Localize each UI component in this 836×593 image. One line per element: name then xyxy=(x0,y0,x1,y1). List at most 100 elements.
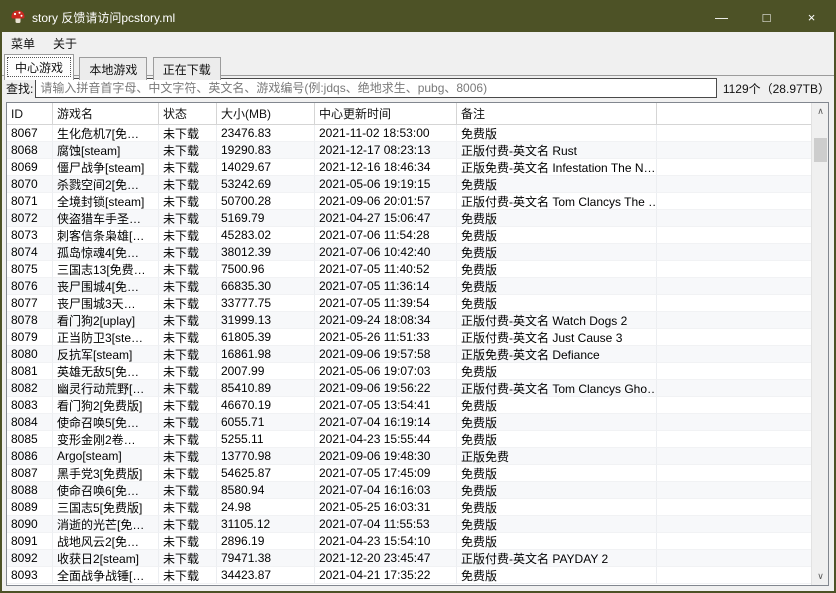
scroll-thumb[interactable] xyxy=(814,138,827,162)
cell-size: 45283.02 xyxy=(217,227,315,244)
cell-status: 未下载 xyxy=(159,227,217,244)
menu-item-menu[interactable]: 菜单 xyxy=(2,32,44,54)
cell-game-name: 三国志13[免费… xyxy=(53,261,159,278)
table-body: 8067 生化危机7[免… 未下载 23476.83 2021-11-02 18… xyxy=(7,125,811,584)
cell-status: 未下载 xyxy=(159,550,217,567)
tab-local-games[interactable]: 本地游戏 xyxy=(79,57,147,80)
close-button[interactable]: × xyxy=(789,2,834,32)
table-row[interactable]: 8093 全面战争战锤[… 未下载 34423.87 2021-04-21 17… xyxy=(7,567,811,584)
cell-status: 未下载 xyxy=(159,261,217,278)
cell-remark: 免费版 xyxy=(457,465,657,482)
cell-remark: 免费版 xyxy=(457,295,657,312)
cell-filler xyxy=(657,295,811,312)
cell-game-name: 三国志5[免费版] xyxy=(53,499,159,516)
table-row[interactable]: 8089 三国志5[免费版] 未下载 24.98 2021-05-25 16:0… xyxy=(7,499,811,516)
cell-size: 2007.99 xyxy=(217,363,315,380)
table-row[interactable]: 8067 生化危机7[免… 未下载 23476.83 2021-11-02 18… xyxy=(7,125,811,142)
table-row[interactable]: 8068 腐蚀[steam] 未下载 19290.83 2021-12-17 0… xyxy=(7,142,811,159)
cell-status: 未下载 xyxy=(159,176,217,193)
cell-remark: 免费版 xyxy=(457,567,657,584)
scroll-up-button[interactable]: ∧ xyxy=(812,103,829,120)
cell-filler xyxy=(657,567,811,584)
cell-status: 未下载 xyxy=(159,142,217,159)
cell-update-time: 2021-09-06 20:01:57 xyxy=(315,193,457,210)
cell-filler xyxy=(657,227,811,244)
table-row[interactable]: 8091 战地风云2[免… 未下载 2896.19 2021-04-23 15:… xyxy=(7,533,811,550)
table-row[interactable]: 8071 全境封锁[steam] 未下载 50700.28 2021-09-06… xyxy=(7,193,811,210)
cell-update-time: 2021-09-06 19:56:22 xyxy=(315,380,457,397)
cell-remark: 免费版 xyxy=(457,397,657,414)
table-row[interactable]: 8090 消逝的光芒[免… 未下载 31105.12 2021-07-04 11… xyxy=(7,516,811,533)
table-row[interactable]: 8074 孤岛惊魂4[免… 未下载 38012.39 2021-07-06 10… xyxy=(7,244,811,261)
table-row[interactable]: 8087 黑手党3[免费版] 未下载 54625.87 2021-07-05 1… xyxy=(7,465,811,482)
cell-remark: 正版付费-英文名 Rust xyxy=(457,142,657,159)
table-row[interactable]: 8082 幽灵行动荒野[… 未下载 85410.89 2021-09-06 19… xyxy=(7,380,811,397)
cell-remark: 正版免费-英文名 Defiance xyxy=(457,346,657,363)
cell-filler xyxy=(657,176,811,193)
cell-id: 8073 xyxy=(7,227,53,244)
cell-id: 8086 xyxy=(7,448,53,465)
cell-size: 79471.38 xyxy=(217,550,315,567)
table-row[interactable]: 8084 使命召唤5[免… 未下载 6055.71 2021-07-04 16:… xyxy=(7,414,811,431)
maximize-button[interactable]: □ xyxy=(744,2,789,32)
cell-game-name: Argo[steam] xyxy=(53,448,159,465)
cell-update-time: 2021-04-21 17:35:22 xyxy=(315,567,457,584)
table-row[interactable]: 8072 侠盗猎车手圣… 未下载 5169.79 2021-04-27 15:0… xyxy=(7,210,811,227)
cell-id: 8090 xyxy=(7,516,53,533)
table-row[interactable]: 8086 Argo[steam] 未下载 13770.98 2021-09-06… xyxy=(7,448,811,465)
cell-id: 8069 xyxy=(7,159,53,176)
cell-id: 8077 xyxy=(7,295,53,312)
table-row[interactable]: 8070 杀戮空间2[免… 未下载 53242.69 2021-05-06 19… xyxy=(7,176,811,193)
cell-update-time: 2021-09-06 19:48:30 xyxy=(315,448,457,465)
cell-size: 14029.67 xyxy=(217,159,315,176)
cell-filler xyxy=(657,397,811,414)
cell-id: 8067 xyxy=(7,125,53,142)
search-label: 查找: xyxy=(6,80,33,97)
cell-size: 61805.39 xyxy=(217,329,315,346)
col-game-name[interactable]: 游戏名 xyxy=(53,103,159,124)
col-size[interactable]: 大小(MB) xyxy=(217,103,315,124)
cell-game-name: 看门狗2[免费版] xyxy=(53,397,159,414)
cell-game-name: 侠盗猎车手圣… xyxy=(53,210,159,227)
cell-filler xyxy=(657,210,811,227)
minimize-button[interactable]: — xyxy=(699,2,744,32)
table-row[interactable]: 8083 看门狗2[免费版] 未下载 46670.19 2021-07-05 1… xyxy=(7,397,811,414)
table-row[interactable]: 8085 变形金刚2卷… 未下载 5255.11 2021-04-23 15:5… xyxy=(7,431,811,448)
table-row[interactable]: 8081 英雄无敌5[免… 未下载 2007.99 2021-05-06 19:… xyxy=(7,363,811,380)
tab-downloading[interactable]: 正在下载 xyxy=(153,57,221,80)
table-row[interactable]: 8079 正当防卫3[ste… 未下载 61805.39 2021-05-26 … xyxy=(7,329,811,346)
cell-id: 8075 xyxy=(7,261,53,278)
vertical-scrollbar[interactable]: ∧ ∨ xyxy=(811,103,828,585)
col-update-time[interactable]: 中心更新时间 xyxy=(315,103,457,124)
table-row[interactable]: 8076 丧尸围城4[免… 未下载 66835.30 2021-07-05 11… xyxy=(7,278,811,295)
cell-status: 未下载 xyxy=(159,431,217,448)
cell-game-name: 幽灵行动荒野[… xyxy=(53,380,159,397)
col-status[interactable]: 状态 xyxy=(159,103,217,124)
table-row[interactable]: 8073 刺客信条枭雄[… 未下载 45283.02 2021-07-06 11… xyxy=(7,227,811,244)
table-row[interactable]: 8080 反抗军[steam] 未下载 16861.98 2021-09-06 … xyxy=(7,346,811,363)
cell-update-time: 2021-12-17 08:23:13 xyxy=(315,142,457,159)
cell-remark: 免费版 xyxy=(457,244,657,261)
search-input[interactable] xyxy=(35,78,716,98)
table-row[interactable]: 8092 收获日2[steam] 未下载 79471.38 2021-12-20… xyxy=(7,550,811,567)
cell-id: 8091 xyxy=(7,533,53,550)
tab-center-games[interactable]: 中心游戏 xyxy=(4,54,74,80)
col-id[interactable]: ID xyxy=(7,103,53,124)
table-row[interactable]: 8088 使命召唤6[免… 未下载 8580.94 2021-07-04 16:… xyxy=(7,482,811,499)
cell-game-name: 使命召唤6[免… xyxy=(53,482,159,499)
cell-game-name: 黑手党3[免费版] xyxy=(53,465,159,482)
menu-item-about[interactable]: 关于 xyxy=(44,32,86,54)
cell-id: 8079 xyxy=(7,329,53,346)
scroll-down-button[interactable]: ∨ xyxy=(812,568,829,585)
cell-id: 8081 xyxy=(7,363,53,380)
table-row[interactable]: 8078 看门狗2[uplay] 未下载 31999.13 2021-09-24… xyxy=(7,312,811,329)
cell-remark: 免费版 xyxy=(457,482,657,499)
cell-size: 66835.30 xyxy=(217,278,315,295)
table-row[interactable]: 8069 僵尸战争[steam] 未下载 14029.67 2021-12-16… xyxy=(7,159,811,176)
cell-filler xyxy=(657,499,811,516)
table-row[interactable]: 8075 三国志13[免费… 未下载 7500.96 2021-07-05 11… xyxy=(7,261,811,278)
cell-remark: 正版付费-英文名 Tom Clancys Gho… xyxy=(457,380,657,397)
table-row[interactable]: 8077 丧尸围城3天… 未下载 33777.75 2021-07-05 11:… xyxy=(7,295,811,312)
col-remark[interactable]: 备注 xyxy=(457,103,657,124)
cell-update-time: 2021-07-04 11:55:53 xyxy=(315,516,457,533)
